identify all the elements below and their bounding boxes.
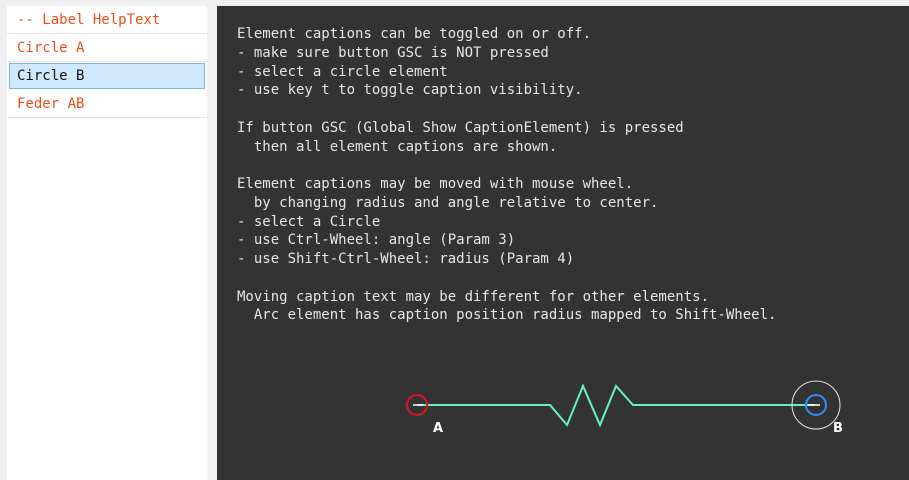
drawing-canvas[interactable]: Element captions can be toggled on or of… (217, 6, 909, 480)
circle-a-caption: A (433, 421, 443, 436)
scene: A B (406, 380, 843, 436)
element-item-feder-ab[interactable]: Feder AB (7, 90, 207, 118)
element-list: -- Label HelpText Circle A Circle B Fede… (7, 6, 207, 480)
spring-feder-ab[interactable] (418, 383, 815, 428)
circle-b-caption: B (833, 421, 843, 436)
app-window: -- Label HelpText Circle A Circle B Fede… (0, 0, 909, 480)
element-item-label-helptext[interactable]: -- Label HelpText (7, 6, 207, 34)
element-item-circle-b[interactable]: Circle B (9, 63, 205, 89)
element-item-circle-a[interactable]: Circle A (7, 34, 207, 62)
